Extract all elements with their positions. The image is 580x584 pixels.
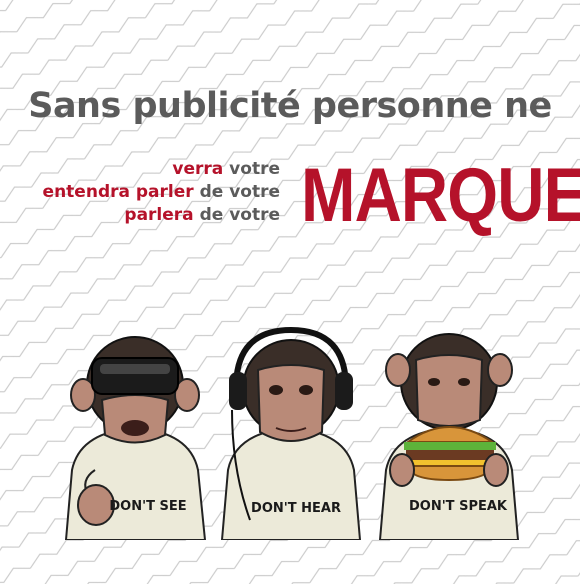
shirt-label-3: DON'T SPEAK bbox=[409, 499, 508, 514]
monkey-dont-speak: DON'T SPEAK bbox=[378, 333, 520, 540]
brand-word: MARQUE bbox=[301, 153, 580, 238]
shirt-label-2: DON'T HEAR bbox=[251, 501, 341, 516]
tagline-line-3: parlera de votre bbox=[124, 205, 280, 225]
burger-icon bbox=[404, 426, 496, 482]
monkey-dont-see: DON'T SEE bbox=[64, 336, 207, 540]
monkey-dont-hear: DON'T HEAR bbox=[220, 326, 362, 540]
tagline-lines: verra votre entendra parler de votre par… bbox=[43, 158, 280, 227]
tagline-line-1: verra votre bbox=[172, 159, 280, 179]
headline: Sans publicité personne ne bbox=[28, 86, 552, 126]
tagline-line-2: entendra parler de votre bbox=[42, 182, 280, 202]
three-monkeys-illustration: DON'T SEE DON'T HEAR DON'T SPEAK bbox=[64, 326, 520, 540]
shirt-label-1: DON'T SEE bbox=[109, 499, 186, 514]
